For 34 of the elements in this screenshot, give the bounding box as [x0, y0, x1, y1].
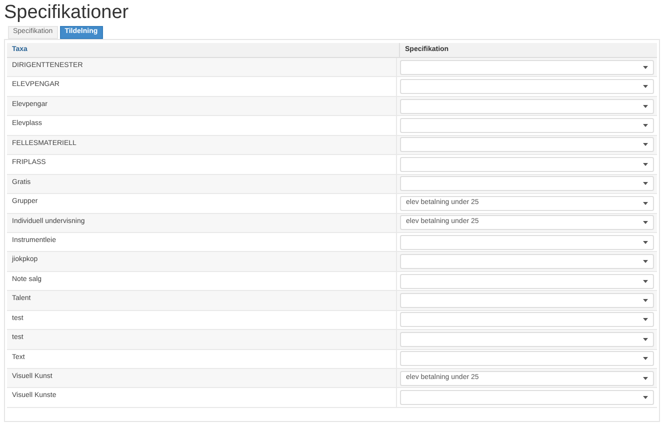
caret-icon [643, 280, 648, 283]
select-field[interactable] [400, 118, 654, 134]
page-title: Specifikationer [4, 2, 130, 24]
caret-icon [643, 104, 648, 108]
select-field[interactable] [400, 390, 654, 406]
select-field[interactable] [400, 274, 654, 289]
caret-icon [643, 85, 648, 88]
select-field[interactable] [400, 292, 654, 308]
caret-icon [643, 162, 648, 166]
caret-icon [643, 143, 648, 146]
select-field[interactable] [400, 156, 654, 172]
select-field[interactable] [400, 98, 654, 114]
select-field[interactable] [400, 351, 654, 366]
select-field[interactable] [400, 60, 654, 75]
caret-icon [643, 260, 648, 264]
select-field[interactable] [400, 234, 654, 250]
caret-icon [643, 376, 648, 380]
caret-icon [643, 357, 648, 360]
caret-icon [643, 124, 648, 128]
select-field[interactable] [400, 137, 654, 152]
caret-icon [643, 221, 648, 224]
caret-icon [643, 396, 648, 400]
select-field[interactable] [400, 176, 654, 192]
caret-icon [643, 298, 648, 302]
caret-icon [643, 240, 648, 244]
caret-icon [643, 318, 648, 322]
caret-icon [643, 66, 648, 69]
caret-icon [643, 202, 648, 205]
select-field[interactable] [400, 332, 654, 347]
select-field[interactable] [400, 312, 654, 328]
caret-icon [643, 338, 648, 341]
caret-icon [643, 182, 648, 186]
select-field[interactable] [400, 254, 654, 270]
select-field[interactable] [400, 79, 654, 94]
